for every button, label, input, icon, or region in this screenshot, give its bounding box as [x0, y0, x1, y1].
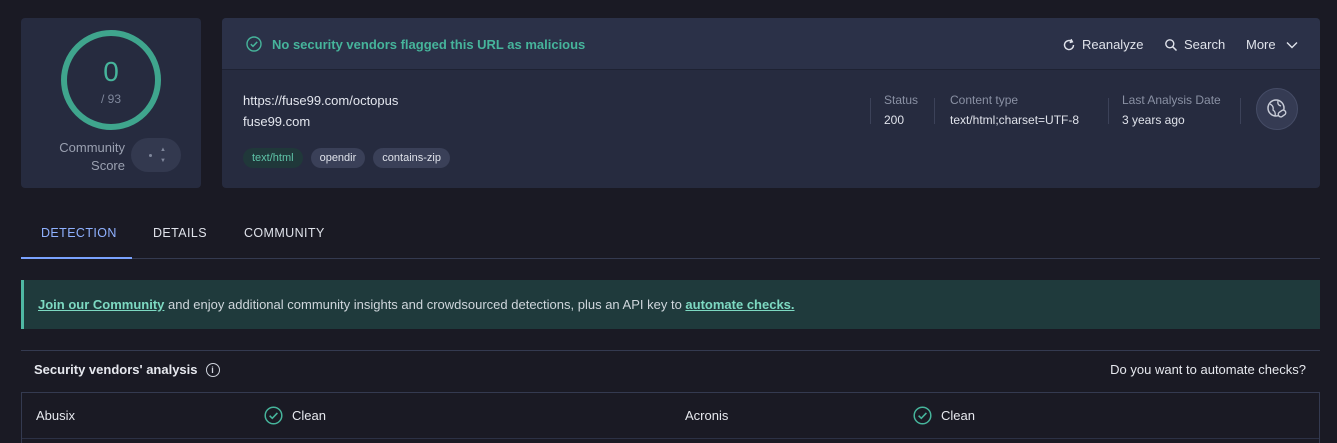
analyzed-url[interactable]: https://fuse99.com/octopus [243, 93, 398, 108]
join-community-link[interactable]: Join our Community [38, 297, 164, 312]
detection-total: / 93 [100, 92, 121, 106]
vote-dot-icon [149, 154, 152, 157]
content-type-label: Content type [950, 93, 1019, 107]
clean-check-icon [913, 406, 932, 425]
status-label: Status [884, 93, 919, 107]
tab-bar: DETECTION DETAILS COMMUNITY [21, 210, 1320, 259]
meta-divider [1108, 98, 1109, 124]
verdict-text: No security vendors flagged this URL as … [272, 37, 586, 52]
banner-middle-text: and enjoy additional community insights … [164, 297, 686, 312]
reanalyze-button[interactable]: Reanalyze [1062, 37, 1143, 52]
last-analysis-value: 3 years ago [1122, 113, 1185, 127]
vendor-results-table: Abusix Clean Acronis Clean [21, 392, 1320, 443]
meta-divider [870, 98, 871, 124]
clean-check-icon [264, 406, 283, 425]
tag-text-html[interactable]: text/html [243, 148, 303, 168]
last-analysis-field: Last Analysis Date 3 years ago [1122, 93, 1221, 127]
content-type-field: Content type text/html;charset=UTF-8 [950, 93, 1079, 127]
table-row: Abusix Clean Acronis Clean [22, 393, 1319, 439]
search-label: Search [1184, 37, 1226, 52]
more-button[interactable]: More [1246, 37, 1299, 52]
tab-detection[interactable]: DETECTION [41, 226, 117, 240]
summary-card: No security vendors flagged this URL as … [222, 18, 1320, 188]
reanalyze-label: Reanalyze [1082, 37, 1144, 52]
upvote-icon[interactable]: ▲ [160, 147, 166, 153]
vendor-name: Acronis [685, 408, 729, 423]
vendor-result: Clean [264, 406, 326, 425]
vendors-section-header: Security vendors' analysis i Do you want… [21, 350, 1320, 392]
automate-checks-link[interactable]: automate checks. [685, 297, 794, 312]
vendors-title-text: Security vendors' analysis [34, 362, 198, 377]
active-tab-indicator [21, 257, 132, 259]
globe-link-icon[interactable] [1256, 88, 1298, 130]
automate-checks-question[interactable]: Do you want to automate checks? [1110, 362, 1306, 377]
globe-icon [1267, 99, 1287, 118]
tag-contains-zip[interactable]: contains-zip [373, 148, 450, 168]
last-analysis-label: Last Analysis Date [1122, 93, 1221, 107]
info-icon[interactable]: i [205, 362, 220, 377]
summary-header: No security vendors flagged this URL as … [222, 18, 1320, 70]
tag-list: text/html opendir contains-zip [243, 148, 450, 168]
tab-details[interactable]: DETAILS [153, 226, 207, 240]
community-vote-control[interactable]: ▲ ▼ [131, 138, 181, 172]
vendor-result-text: Clean [292, 408, 326, 423]
downvote-icon[interactable]: ▼ [160, 158, 166, 164]
community-score-label: Community Score [59, 140, 125, 173]
more-label: More [1246, 37, 1276, 52]
meta-divider [934, 98, 935, 124]
vendor-name: Abusix [36, 408, 76, 423]
vendors-section-title: Security vendors' analysis i [34, 362, 220, 377]
community-banner: Join our Community and enjoy additional … [21, 280, 1320, 329]
detection-count: 0 [103, 56, 119, 87]
tag-opendir[interactable]: opendir [310, 148, 366, 168]
tab-community[interactable]: COMMUNITY [244, 226, 325, 240]
analyzed-domain[interactable]: fuse99.com [243, 114, 310, 129]
banner-text: Join our Community and enjoy additional … [38, 297, 795, 312]
status-value: 200 [884, 113, 905, 127]
content-type-value: text/html;charset=UTF-8 [950, 113, 1080, 127]
community-score-card: 0 / 93 Community Score ▲ ▼ [21, 18, 201, 188]
check-circle-icon [246, 36, 262, 52]
search-button[interactable]: Search [1164, 37, 1225, 52]
refresh-icon [1063, 38, 1075, 50]
chevron-down-icon [1286, 41, 1298, 48]
vendor-result-text: Clean [941, 408, 975, 423]
status-field: Status 200 [884, 93, 918, 127]
vendor-result: Clean [913, 406, 975, 425]
meta-divider [1240, 98, 1241, 124]
search-icon [1165, 38, 1178, 51]
